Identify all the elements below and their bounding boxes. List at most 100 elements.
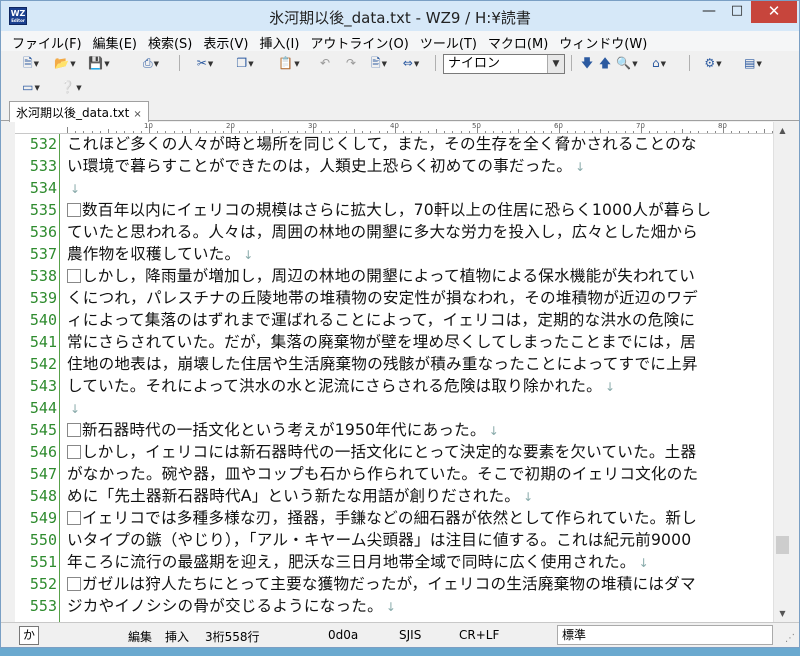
ime-indicator[interactable]: か xyxy=(19,626,39,645)
line-text[interactable]: ↓ xyxy=(67,177,80,200)
line-text[interactable]: い環境で暮らすことができたのは，人類史上恐らく初めての事だった。 ↓ xyxy=(67,155,585,178)
text-line[interactable]: 544 ↓ xyxy=(15,397,773,419)
menu-file[interactable]: ファイル(F) xyxy=(7,31,88,52)
line-text[interactable]: イェリコでは多種多様な刃，掻器，手鎌などの細石器が依然として作られていた。新し xyxy=(67,507,697,529)
line-text[interactable]: いタイプの鏃（やじり），「アル・キヤーム尖頭器」は注目に値する。これは紀元前90… xyxy=(67,529,691,551)
minimize-icon[interactable]: — xyxy=(695,1,723,23)
tab-document[interactable]: 氷河期以後_data.txt × xyxy=(9,101,149,122)
line-text[interactable]: 数百年以内にイェリコの規模はさらに拡大し，70軒以上の住居に恐らく1000人が暮… xyxy=(67,199,711,221)
ruler-tick xyxy=(632,131,634,133)
line-text[interactable]: 新石器時代の一括文化という考えが1950年代にあった。 ↓ xyxy=(67,419,499,442)
window-layout-icon[interactable]: ▤▼ xyxy=(741,54,765,72)
line-text[interactable]: くにつれ，パレスチナの丘陵地帯の堆積物の安定性が損なわれ，その堆積物が近辺のワデ xyxy=(67,287,698,309)
redo-icon[interactable]: ↷ xyxy=(339,54,363,72)
text-line[interactable]: 543 していた。それによって洪水の水と泥流にさらされる危険は取り除かれた。 ↓ xyxy=(15,375,773,397)
text-line[interactable]: 536 ていたと思われる。人々は，周囲の林地の開墾に多大な労力を投入し，広々とした… xyxy=(15,221,773,243)
menu-insert[interactable]: 挿入(I) xyxy=(254,31,305,52)
new-file-icon[interactable]: 🗎▼ xyxy=(19,54,43,72)
text-line[interactable]: 538 しかし，降雨量が増加し，周辺の林地の開墾によって植物による保水機能が失われ… xyxy=(15,265,773,287)
menu-tools[interactable]: ツール(T) xyxy=(415,31,483,52)
menu-view[interactable]: 表示(V) xyxy=(198,31,254,52)
save-icon[interactable]: 💾▼ xyxy=(87,54,111,72)
line-text[interactable]: ジカやイノシシの骨が交じるようになった。 ↓ xyxy=(67,595,396,618)
menu-macro[interactable]: マクロ(M) xyxy=(483,31,554,52)
line-text[interactable]: 常にさらされていた。だが，集落の廃棄物が壁を埋め尽くしてしまったことまでには，居 xyxy=(67,331,696,353)
print-icon[interactable]: ⎙▼ xyxy=(139,54,163,72)
text-line[interactable]: 541 常にさらされていた。だが，集落の廃棄物が壁を埋め尽くしてしまったことまでに… xyxy=(15,331,773,353)
menu-outline[interactable]: アウトライン(O) xyxy=(305,31,414,52)
menu-edit[interactable]: 編集(E) xyxy=(88,31,143,52)
text-line[interactable]: 539 くにつれ，パレスチナの丘陵地帯の堆積物の安定性が損なわれ，その堆積物が近辺… xyxy=(15,287,773,309)
text-line[interactable]: 546 しかし，イェリコには新石器時代の一括文化にとって決定的な要素を欠いていた。… xyxy=(15,441,773,463)
status-line-ending[interactable]: CR+LF xyxy=(459,628,499,642)
text-line[interactable]: 532 これほど多くの人々が時と場所を同じくして，また，その生存を全く脅かされるこ… xyxy=(15,134,773,155)
scroll-down-icon[interactable]: ▼ xyxy=(774,605,791,622)
menu-window[interactable]: ウィンドウ(W) xyxy=(554,31,653,52)
home-icon[interactable]: ⌂▼ xyxy=(647,54,671,72)
title-bar[interactable]: WZ Editor 氷河期以後_data.txt - WZ9 / H:¥読書 —… xyxy=(1,1,799,31)
copy-icon[interactable]: ❐▼ xyxy=(233,54,257,72)
style-select[interactable]: 標準 xyxy=(557,625,773,645)
line-text[interactable]: めに「先土器新石器時代A」という新たな用語が創りだされた。 ↓ xyxy=(67,485,533,508)
line-text[interactable]: ていたと思われる。人々は，周囲の林地の開墾に多大な労力を投入し，広々とした畑から xyxy=(67,221,698,243)
panel-icon[interactable]: ▭▼ xyxy=(19,78,43,96)
text-line[interactable]: 542 住地の地表は，崩壊した住居や生活廃棄物の残骸が積み重なったことによってすで… xyxy=(15,353,773,375)
scroll-up-icon[interactable]: ▲ xyxy=(774,122,791,139)
jump-icon[interactable]: ⇔▼ xyxy=(399,54,423,72)
open-file-icon[interactable]: 📂▼ xyxy=(53,54,77,72)
text-editor[interactable]: 532 これほど多くの人々が時と場所を同じくして，また，その生存を全く脅かされるこ… xyxy=(15,134,773,622)
line-text[interactable]: しかし，降雨量が増加し，周辺の林地の開墾によって植物による保水機能が失われてい xyxy=(67,265,695,287)
document-icon[interactable]: 🖹▼ xyxy=(367,54,391,72)
paste-icon[interactable]: 📋▼ xyxy=(277,54,301,72)
text-line[interactable]: 533 い環境で暮らすことができたのは，人類史上恐らく初めての事だった。 ↓ xyxy=(15,155,773,177)
line-text[interactable]: していた。それによって洪水の水と泥流にさらされる危険は取り除かれた。 ↓ xyxy=(67,375,615,398)
text-line[interactable]: 540 ィによって集落のはずれまで運ばれることによって，イェリコは，定期的な洪水の… xyxy=(15,309,773,331)
newline-mark-icon: ↓ xyxy=(385,600,397,614)
line-text[interactable]: これほど多くの人々が時と場所を同じくして，また，その生存を全く脅かされることのな xyxy=(67,134,697,155)
line-text[interactable]: 農作物を収穫していた。 ↓ xyxy=(67,243,254,266)
maximize-icon[interactable]: □ xyxy=(723,1,751,23)
text-line[interactable]: 537 農作物を収穫していた。 ↓ xyxy=(15,243,773,265)
text-line[interactable]: 552 ガゼルは狩人たちにとって主要な獲物だったが，イェリコの生活廃棄物の堆積には… xyxy=(15,573,773,595)
ruler-tick xyxy=(501,131,503,133)
text-line[interactable]: 551 年ころに流行の最盛期を迎え，肥沃な三日月地帯全域で同時に広く使用された。 ↓ xyxy=(15,551,773,573)
cut-icon[interactable]: ✂▼ xyxy=(193,54,217,72)
vertical-scrollbar[interactable]: ▲ ▼ xyxy=(773,122,790,622)
help-icon[interactable]: ❔▼ xyxy=(59,78,83,96)
scroll-thumb[interactable] xyxy=(776,536,789,554)
text-line[interactable]: 545 新石器時代の一括文化という考えが1950年代にあった。 ↓ xyxy=(15,419,773,441)
text-line[interactable]: 548 めに「先土器新石器時代A」という新たな用語が創りだされた。 ↓ xyxy=(15,485,773,507)
font-select[interactable]: ナイロン ▼ xyxy=(443,54,565,74)
status-insert-mode[interactable]: 挿入 xyxy=(165,628,189,645)
line-text[interactable]: ィによって集落のはずれまで運ばれることによって，イェリコは，定期的な洪水の危険に xyxy=(67,309,695,331)
search-up-icon[interactable]: 🡅 xyxy=(593,54,617,72)
close-icon[interactable]: ✕ xyxy=(751,1,797,23)
line-number: 536 xyxy=(29,223,57,241)
text-line[interactable]: 550 いタイプの鏃（やじり），「アル・キヤーム尖頭器」は注目に値する。これは紀元… xyxy=(15,529,773,551)
text-line[interactable]: 535 数百年以内にイェリコの規模はさらに拡大し，70軒以上の住居に恐らく1000… xyxy=(15,199,773,221)
line-text[interactable]: ↓ xyxy=(67,397,80,420)
text-line[interactable]: 547 がなかった。碗や器，皿やコップも石から作られていた。そこで初期のイェリコ文… xyxy=(15,463,773,485)
tab-close-icon[interactable]: × xyxy=(133,109,141,120)
text-line[interactable]: 553 ジカやイノシシの骨が交じるようになった。 ↓ xyxy=(15,595,773,617)
status-encoding[interactable]: SJIS xyxy=(399,628,421,642)
text-line[interactable]: 549 イェリコでは多種多様な刃，掻器，手鎌などの細石器が依然として作られていた。… xyxy=(15,507,773,529)
ruler-tick xyxy=(485,131,487,133)
chevron-down-icon[interactable]: ▼ xyxy=(547,55,564,73)
line-number: 542 xyxy=(29,355,57,373)
line-content: 農作物を収穫していた。 xyxy=(67,245,241,263)
menu-search[interactable]: 検索(S) xyxy=(143,31,198,52)
undo-icon[interactable]: ↶ xyxy=(313,54,337,72)
ruler-tick xyxy=(140,131,142,133)
line-text[interactable]: 年ころに流行の最盛期を迎え，肥沃な三日月地帯全域で同時に広く使用された。 ↓ xyxy=(67,551,649,574)
resize-grip-icon[interactable]: ⋰ xyxy=(785,633,795,644)
settings-icon[interactable]: ⚙▼ xyxy=(701,54,725,72)
toolbar-separator xyxy=(435,55,436,71)
line-text[interactable]: ガゼルは狩人たちにとって主要な獲物だったが，イェリコの生活廃棄物の堆積にはダマ xyxy=(67,573,696,595)
line-text[interactable]: しかし，イェリコには新石器時代の一括文化にとって決定的な要素を欠いていた。土器 xyxy=(67,441,696,463)
search-icon[interactable]: 🔍▼ xyxy=(615,54,639,72)
line-text[interactable]: 住地の地表は，崩壊した住居や生活廃棄物の残骸が積み重なったことによってすでに上昇 xyxy=(67,353,698,375)
line-text[interactable]: がなかった。碗や器，皿やコップも石から作られていた。そこで初期のイェリコ文化のた xyxy=(67,463,698,485)
ruler-tick xyxy=(124,131,126,133)
text-line[interactable]: 534 ↓ xyxy=(15,177,773,199)
